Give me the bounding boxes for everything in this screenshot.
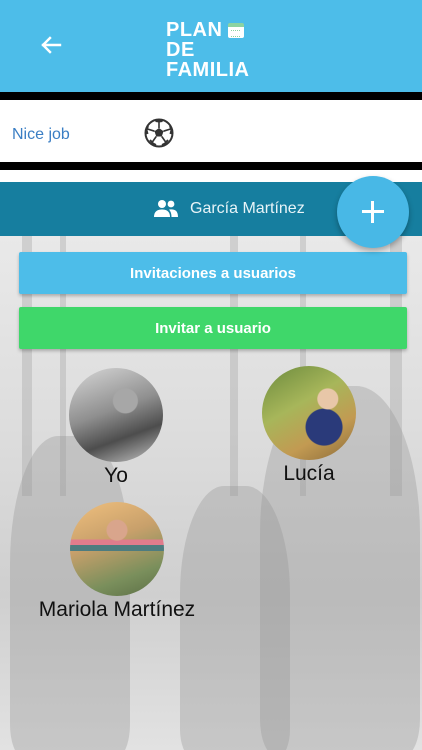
activity-label: Nice job [12, 126, 70, 143]
app-header: PLAN DE FAMILIA [0, 0, 422, 92]
member-name: Lucía [283, 462, 335, 485]
avatar [69, 368, 163, 462]
arrow-left-icon [41, 36, 62, 54]
calendar-icon [228, 22, 245, 38]
back-button[interactable] [36, 30, 66, 60]
member-yo[interactable]: Yo [68, 368, 164, 488]
avatar [262, 366, 356, 460]
divider-top [0, 92, 422, 100]
activity-row[interactable]: Nice job [0, 100, 422, 162]
divider-bottom [0, 162, 422, 170]
avatar [70, 502, 164, 596]
logo-text-line1: PLAN [166, 19, 223, 41]
invitations-button[interactable]: Invitaciones a usuarios [19, 252, 407, 294]
member-name: Yo [104, 464, 128, 487]
member-lucia[interactable]: Lucía [261, 366, 357, 486]
family-name: García Martínez [190, 200, 305, 217]
logo-text-line2: DE FAMILIA [166, 39, 250, 81]
add-fab-button[interactable] [337, 176, 409, 248]
soccer-ball-icon [144, 118, 174, 148]
app-logo: PLAN DE FAMILIA [166, 19, 266, 80]
invite-user-button[interactable]: Invitar a usuario [19, 307, 407, 349]
people-icon [154, 200, 178, 217]
member-name: Mariola Martínez [38, 598, 196, 621]
member-mariola[interactable]: Mariola Martínez [20, 502, 214, 622]
